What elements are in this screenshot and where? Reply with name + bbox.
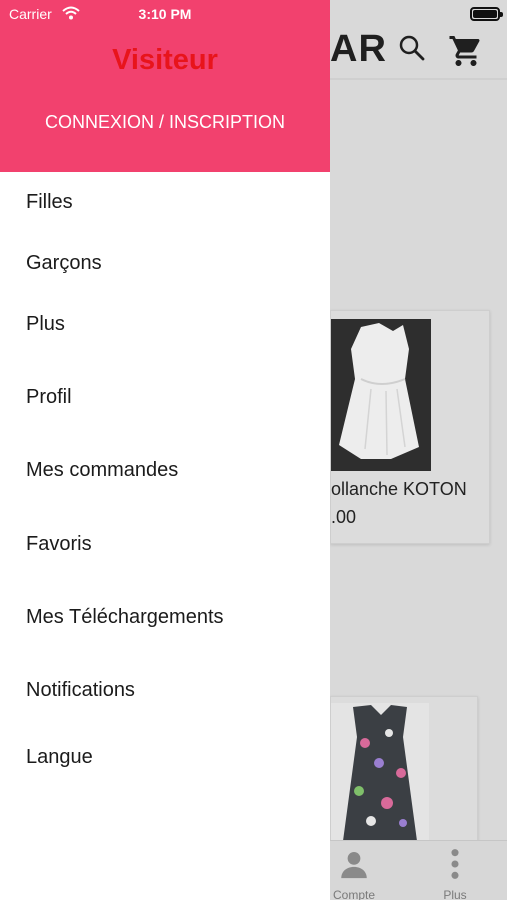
menu-item-plus[interactable]: Plus — [26, 313, 65, 336]
product-card[interactable]: ollanche KOTON .00 — [330, 310, 490, 544]
battery-icon — [470, 7, 503, 21]
menu-item-profil[interactable]: Profil — [26, 386, 72, 409]
product-card[interactable] — [330, 696, 478, 846]
menu-item-mes-telechargements[interactable]: Mes Téléchargements — [26, 606, 224, 629]
menu-item-langue[interactable]: Langue — [26, 746, 93, 769]
nav-drawer: Visiteur CONNEXION / INSCRIPTION Filles … — [0, 0, 330, 900]
app-logo: AR — [330, 28, 387, 70]
product-image-floral-dress — [331, 703, 429, 843]
search-icon[interactable] — [398, 34, 426, 67]
menu-item-favoris[interactable]: Favoris — [26, 533, 92, 556]
more-vertical-icon — [438, 849, 472, 885]
login-signup-button[interactable]: CONNEXION / INSCRIPTION — [0, 112, 330, 133]
menu-item-filles[interactable]: Filles — [26, 191, 73, 214]
battery-level — [473, 10, 497, 18]
status-time: 3:10 PM — [138, 6, 192, 22]
tab-label: Plus — [443, 888, 467, 900]
product-name: ollanche KOTON — [331, 479, 467, 499]
visitor-title: Visiteur — [112, 44, 218, 76]
product-image-white-dress — [331, 319, 431, 471]
tab-plus[interactable]: Plus — [415, 847, 495, 900]
menu-item-garcons[interactable]: Garçons — [26, 252, 102, 275]
cart-icon[interactable] — [448, 33, 484, 74]
person-icon — [337, 851, 371, 885]
product-price: .00 — [331, 507, 357, 527]
menu-item-notifications[interactable]: Notifications — [26, 679, 135, 702]
status-bar: Carrier 3:10 PM — [0, 0, 507, 28]
menu-item-mes-commandes[interactable]: Mes commandes — [26, 459, 178, 482]
